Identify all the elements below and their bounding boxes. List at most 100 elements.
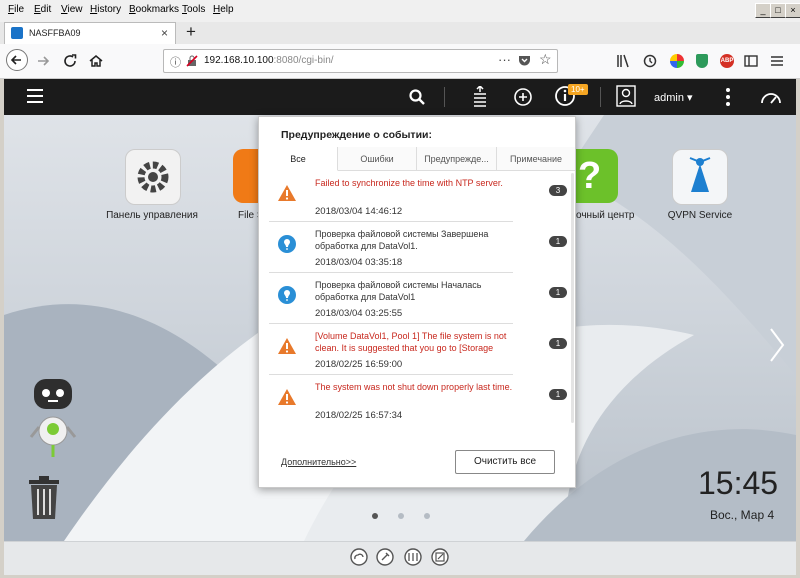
tab-close-icon[interactable]: × xyxy=(161,26,168,40)
event-item[interactable]: Проверка файловой системы Завершена обра… xyxy=(259,222,575,273)
minimize-button[interactable]: _ xyxy=(755,3,771,18)
robot-assistant-icon[interactable] xyxy=(22,377,86,461)
event-item[interactable]: The system was not shut down properly la… xyxy=(259,375,575,426)
event-count-badge: 1 xyxy=(549,287,567,298)
feedback-icon[interactable] xyxy=(431,548,449,566)
event-list-scrollbar[interactable] xyxy=(571,173,574,423)
next-page-arrow-icon[interactable] xyxy=(767,325,787,365)
more-link[interactable]: Дополнительно>> xyxy=(281,457,356,467)
back-arrow-icon xyxy=(10,55,21,65)
event-notification-popup: Предупреждение о событии: Все Ошибки Пре… xyxy=(258,116,576,488)
qvpn-service-icon[interactable] xyxy=(672,149,728,205)
event-message: Проверка файловой системы Началась обраб… xyxy=(315,280,482,302)
pocket-icon[interactable] xyxy=(518,55,531,67)
menu-tools[interactable]: Tools xyxy=(182,4,205,15)
file-station-icon[interactable] xyxy=(233,149,261,203)
tools-icon[interactable] xyxy=(376,548,394,566)
sidebar-icon[interactable] xyxy=(744,54,758,68)
bookmark-star-icon[interactable]: ☆ xyxy=(539,51,552,68)
url-text: 192.168.10.100:8080/cgi-bin/ xyxy=(204,55,334,66)
event-count-badge: 1 xyxy=(549,338,567,349)
vpn-tower-icon xyxy=(689,157,711,192)
event-item[interactable]: [Volume DataVol1, Pool 1] The file syste… xyxy=(259,324,575,375)
event-message: Проверка файловой системы Завершена обра… xyxy=(315,229,489,251)
forward-arrow-icon[interactable] xyxy=(35,53,51,69)
external-device-icon[interactable] xyxy=(512,86,534,108)
search-icon[interactable] xyxy=(408,88,426,106)
more-options-icon[interactable] xyxy=(724,87,732,107)
page-dot[interactable] xyxy=(424,513,430,519)
myqnapcloud-icon[interactable] xyxy=(350,548,368,566)
event-message: Failed to synchronize the time with NTP … xyxy=(315,178,503,188)
qvpn-service-label: QVPN Service xyxy=(667,210,733,221)
dashboard-gauge-icon[interactable] xyxy=(760,87,782,107)
gear-icon xyxy=(137,161,169,193)
warning-icon xyxy=(278,389,296,405)
menu-edit[interactable]: Edit xyxy=(34,4,51,15)
extension-color-icon[interactable] xyxy=(670,54,684,68)
new-tab-button[interactable]: + xyxy=(186,22,196,42)
extension-shield-icon[interactable] xyxy=(696,54,708,68)
tab-errors[interactable]: Ошибки xyxy=(338,147,417,171)
tab-all[interactable]: Все xyxy=(259,147,338,171)
event-date: 2018/02/25 16:59:00 xyxy=(315,359,403,370)
close-window-button[interactable]: × xyxy=(785,3,800,18)
page-dot-active[interactable] xyxy=(372,513,378,519)
page-actions-icon[interactable]: ··· xyxy=(498,52,511,67)
insecure-lock-icon xyxy=(186,55,198,67)
home-icon[interactable] xyxy=(88,53,104,69)
maximize-button[interactable]: □ xyxy=(770,3,786,18)
menu-file[interactable]: File xyxy=(8,4,24,15)
history-icon[interactable] xyxy=(643,54,657,68)
tab-warnings[interactable]: Предупрежде... xyxy=(417,147,497,171)
qts-top-bar: 10+ admin ▾ xyxy=(4,79,796,115)
event-date: 2018/02/25 16:57:34 xyxy=(315,410,403,421)
notification-badge: 10+ xyxy=(568,84,588,95)
main-menu-icon[interactable] xyxy=(26,87,44,105)
tab-notes[interactable]: Примечание xyxy=(497,147,575,171)
menu-view[interactable]: View xyxy=(61,4,83,15)
menu-help[interactable]: Help xyxy=(213,4,234,15)
event-date: 2018/03/04 14:46:12 xyxy=(315,206,403,217)
background-tasks-icon[interactable] xyxy=(470,86,490,108)
divider xyxy=(444,87,445,107)
info-lightbulb-icon xyxy=(278,235,296,253)
url-bar[interactable]: ⓘ 192.168.10.100:8080/cgi-bin/ ··· ☆ xyxy=(163,49,558,73)
warning-icon xyxy=(278,185,296,201)
trash-icon[interactable] xyxy=(26,475,62,521)
event-count-badge: 3 xyxy=(549,185,567,196)
hamburger-menu-icon[interactable] xyxy=(770,54,784,68)
info-lightbulb-icon xyxy=(278,286,296,304)
back-button[interactable] xyxy=(6,49,28,71)
page-dot[interactable] xyxy=(398,513,404,519)
help-center-label: очный центр xyxy=(576,210,635,221)
event-count-badge: 1 xyxy=(549,389,567,400)
event-count-badge: 1 xyxy=(549,236,567,247)
control-panel-icon[interactable] xyxy=(125,149,181,205)
clock-date: Вос., Мар 4 xyxy=(710,508,775,522)
menu-bar: File Edit View History Bookmarks Tools H… xyxy=(0,0,800,23)
warning-icon xyxy=(278,338,296,354)
browser-tab[interactable]: NASFFBA09 × xyxy=(4,22,176,44)
info-icon[interactable]: ⓘ xyxy=(170,54,181,70)
book-icon[interactable] xyxy=(404,548,422,566)
dock xyxy=(4,541,796,575)
event-item[interactable]: Failed to synchronize the time with NTP … xyxy=(259,171,575,222)
library-icon[interactable] xyxy=(616,54,630,68)
event-message: [Volume DataVol1, Pool 1] The file syste… xyxy=(315,331,507,353)
popup-title: Предупреждение о событии: xyxy=(281,129,432,141)
tab-title: NASFFBA09 xyxy=(29,28,81,38)
reload-icon[interactable] xyxy=(62,53,78,69)
divider xyxy=(600,87,601,107)
clear-all-button[interactable]: Очистить все xyxy=(455,450,555,474)
help-center-icon[interactable]: ? xyxy=(576,149,618,203)
user-menu[interactable]: admin ▾ xyxy=(654,91,693,104)
adblock-icon[interactable]: ABP xyxy=(720,54,734,68)
event-item[interactable]: Проверка файловой системы Началась обраб… xyxy=(259,273,575,324)
user-icon[interactable] xyxy=(616,85,636,107)
event-date: 2018/03/04 03:35:18 xyxy=(315,257,403,268)
event-date: 2018/03/04 03:25:55 xyxy=(315,308,403,319)
question-mark-icon: ? xyxy=(578,155,602,197)
menu-history[interactable]: History xyxy=(90,4,121,15)
menu-bookmarks[interactable]: Bookmarks xyxy=(129,4,179,15)
